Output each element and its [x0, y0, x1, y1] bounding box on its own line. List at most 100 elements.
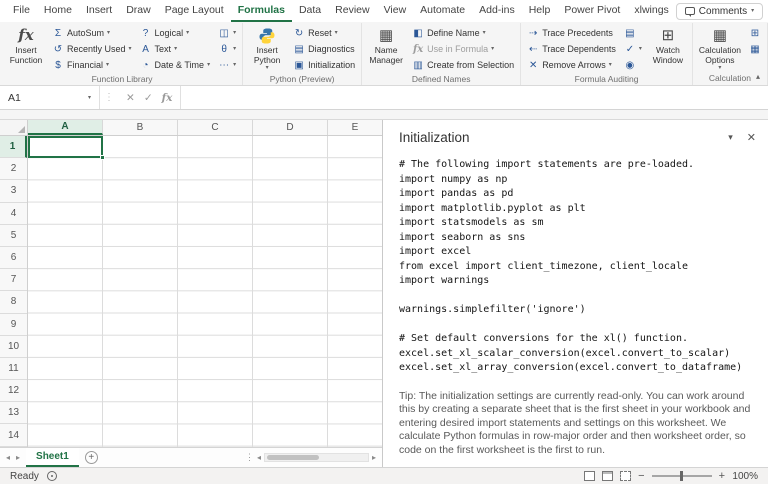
tab-view[interactable]: View: [377, 0, 414, 22]
splitter-dots-icon[interactable]: ⋮: [245, 452, 254, 463]
accessibility-icon[interactable]: [47, 471, 57, 481]
scroll-left-icon[interactable]: ◂: [257, 453, 261, 462]
error-checking-button[interactable]: ✓ ▾: [621, 41, 645, 57]
tab-review[interactable]: Review: [328, 0, 376, 22]
text-label: Text: [155, 44, 172, 54]
row-header-7[interactable]: 7: [0, 269, 27, 291]
normal-view-button[interactable]: [584, 471, 595, 481]
sheet-nav-left-icon[interactable]: ◂: [6, 453, 10, 462]
row-header-3[interactable]: 3: [0, 180, 27, 202]
formula-input[interactable]: [181, 86, 768, 109]
insert-function-icon[interactable]: fx: [162, 92, 173, 104]
tab-draw[interactable]: Draw: [119, 0, 158, 22]
pane-chevron-down-icon[interactable]: ▾: [728, 132, 733, 143]
row-header-14[interactable]: 14: [0, 424, 27, 446]
fill-handle[interactable]: [100, 155, 105, 160]
select-all-button[interactable]: [0, 120, 28, 135]
tab-power-pivot[interactable]: Power Pivot: [557, 0, 627, 22]
formula-bar-splitter[interactable]: ⋮: [100, 86, 118, 109]
insert-function-button[interactable]: fx Insert Function: [5, 25, 47, 66]
scroll-right-icon[interactable]: ▸: [372, 453, 376, 462]
calculation-options-button[interactable]: ▦ Calculation Options ▾: [696, 25, 744, 72]
zoom-out-button[interactable]: −: [638, 470, 644, 482]
tab-data[interactable]: Data: [292, 0, 328, 22]
zoom-level[interactable]: 100%: [732, 471, 758, 482]
lookup-reference-button[interactable]: ◫ ▾: [215, 25, 239, 41]
row-header-8[interactable]: 8: [0, 291, 27, 313]
tab-xlwings[interactable]: xlwings: [627, 0, 675, 22]
page-break-view-button[interactable]: [620, 471, 631, 481]
tab-file[interactable]: File: [6, 0, 37, 22]
row-header-9[interactable]: 9: [0, 314, 27, 336]
row-header-4[interactable]: 4: [0, 203, 27, 225]
tab-help[interactable]: Help: [522, 0, 558, 22]
tab-insert[interactable]: Insert: [79, 0, 119, 22]
row-header-1[interactable]: 1: [0, 136, 27, 158]
autosum-button[interactable]: Σ AutoSum ▾: [49, 25, 135, 41]
remove-arrows-button[interactable]: ✕ Remove Arrows ▾: [524, 57, 619, 73]
group-label-defined-names: Defined Names: [365, 73, 517, 85]
enter-icon[interactable]: ✓: [144, 92, 153, 104]
show-formulas-button[interactable]: ▤: [621, 25, 645, 41]
tab-home[interactable]: Home: [37, 0, 79, 22]
collapse-ribbon-button[interactable]: ▴: [756, 72, 760, 81]
column-header-b[interactable]: B: [103, 120, 178, 135]
use-in-formula-button[interactable]: fx Use in Formula ▾: [409, 41, 517, 57]
sheet-tab-sheet1[interactable]: Sheet1: [26, 448, 79, 467]
row-header-5[interactable]: 5: [0, 225, 27, 247]
name-box[interactable]: A1 ▾: [0, 86, 100, 109]
column-header-c[interactable]: C: [178, 120, 253, 135]
row-header-2[interactable]: 2: [0, 158, 27, 180]
more-functions-button[interactable]: ⋯ ▾: [215, 57, 239, 73]
chevron-down-icon: ▾: [751, 8, 754, 14]
column-header-d[interactable]: D: [253, 120, 328, 135]
row-header-11[interactable]: 11: [0, 358, 27, 380]
define-name-button[interactable]: ◧ Define Name ▾: [409, 25, 517, 41]
date-time-button[interactable]: ◔ Date & Time ▾: [137, 57, 214, 73]
group-label-formula-auditing: Formula Auditing: [524, 73, 689, 85]
watch-window-button[interactable]: ⊞ Watch Window: [647, 25, 689, 66]
tab-page-layout[interactable]: Page Layout: [158, 0, 231, 22]
evaluate-formula-button[interactable]: ◉: [621, 57, 645, 73]
cancel-icon[interactable]: ✕: [126, 92, 135, 104]
date-time-label: Date & Time: [155, 60, 205, 70]
tab-formulas[interactable]: Formulas: [231, 0, 292, 22]
recently-used-button[interactable]: ↺ Recently Used ▾: [49, 41, 135, 57]
logical-button[interactable]: ? Logical ▾: [137, 25, 214, 41]
column-header-e[interactable]: E: [328, 120, 382, 135]
create-from-selection-button[interactable]: ▥ Create from Selection: [409, 57, 517, 73]
tab-automate[interactable]: Automate: [413, 0, 472, 22]
calculate-now-button[interactable]: ⊞: [746, 25, 764, 41]
new-sheet-button[interactable]: +: [85, 451, 98, 464]
sheet-nav-right-icon[interactable]: ▸: [16, 453, 20, 462]
comments-button[interactable]: Comments ▾: [676, 3, 763, 20]
tab-add-ins[interactable]: Add-ins: [472, 0, 522, 22]
diagnostics-button[interactable]: ▤ Diagnostics: [290, 41, 358, 57]
scrollbar-thumb[interactable]: [267, 455, 319, 460]
math-trig-button[interactable]: θ ▾: [215, 41, 239, 57]
column-headers: A B C D E: [0, 120, 382, 136]
trace-precedents-button[interactable]: ⇢ Trace Precedents: [524, 25, 619, 41]
reset-label: Reset: [308, 28, 332, 38]
pane-close-icon[interactable]: ✕: [747, 131, 756, 144]
financial-button[interactable]: $ Financial ▾: [49, 57, 135, 73]
row-header-6[interactable]: 6: [0, 247, 27, 269]
row-header-10[interactable]: 10: [0, 336, 27, 358]
zoom-slider[interactable]: [652, 475, 712, 477]
trace-dependents-button[interactable]: ⇠ Trace Dependents: [524, 41, 619, 57]
scrollbar-track[interactable]: [264, 453, 369, 462]
page-layout-view-button[interactable]: [602, 471, 613, 481]
selected-cell-a1[interactable]: [28, 136, 103, 158]
calculate-sheet-button[interactable]: ▦: [746, 41, 764, 57]
zoom-slider-thumb[interactable]: [680, 471, 683, 481]
text-button[interactable]: A Text ▾: [137, 41, 214, 57]
name-manager-button[interactable]: ▦ Name Manager: [365, 25, 407, 66]
cell-grid[interactable]: [28, 136, 382, 447]
row-header-12[interactable]: 12: [0, 380, 27, 402]
row-header-13[interactable]: 13: [0, 402, 27, 424]
insert-python-button[interactable]: Insert Python ▾: [246, 25, 288, 72]
initialization-button[interactable]: ▣ Initialization: [290, 57, 358, 73]
zoom-in-button[interactable]: +: [719, 470, 725, 482]
column-header-a[interactable]: A: [28, 120, 103, 135]
reset-button[interactable]: ↻ Reset ▾: [290, 25, 358, 41]
